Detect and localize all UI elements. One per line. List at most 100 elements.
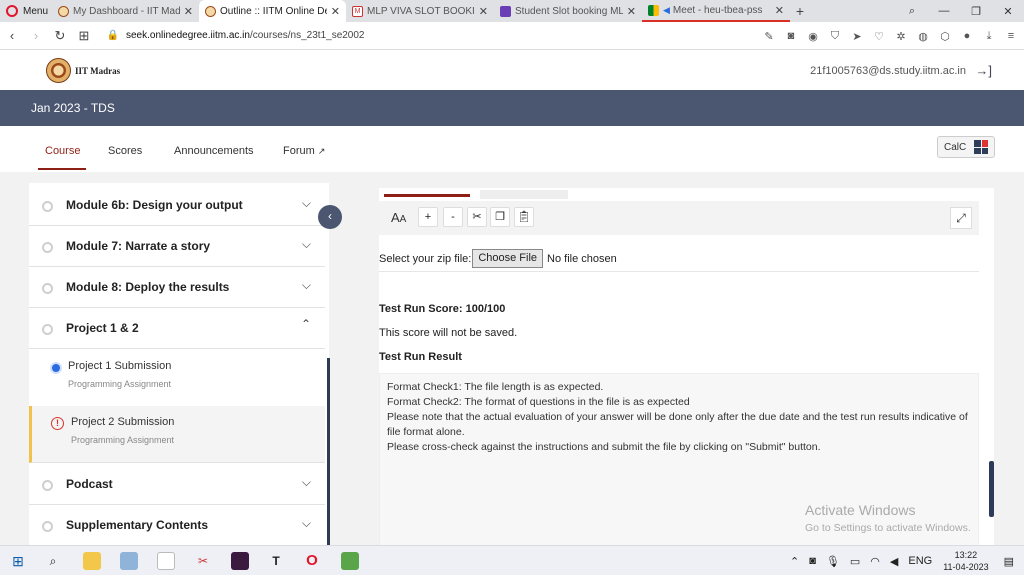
- close-window-icon[interactable]: ✕: [992, 5, 1024, 18]
- speed-dial-icon[interactable]: ⊞: [72, 28, 96, 44]
- iitm-logo[interactable]: IIT Madras: [46, 58, 120, 83]
- volume-icon[interactable]: ◀: [890, 555, 898, 568]
- vpn-icon[interactable]: ◉: [806, 30, 820, 43]
- snipping-tool-icon[interactable]: ✂: [194, 552, 212, 570]
- chevron-down-icon: ⌵: [301, 237, 311, 251]
- reload-icon[interactable]: ↻: [48, 28, 72, 44]
- back-icon[interactable]: ‹: [0, 28, 24, 43]
- logout-icon[interactable]: →]: [975, 63, 992, 78]
- cut-icon[interactable]: ✂: [467, 207, 487, 227]
- module-podcast[interactable]: Podcast ⌵: [29, 465, 325, 505]
- browser-tab-slot-booking[interactable]: Student Slot booking MLP ✕: [494, 0, 642, 22]
- search-tabs-icon[interactable]: ⌕: [896, 5, 928, 18]
- collapse-sidebar-button[interactable]: ‹: [318, 205, 342, 229]
- active-tab-indicator: [38, 168, 86, 170]
- divider: [379, 271, 979, 272]
- choose-file-button[interactable]: Choose File: [472, 249, 544, 268]
- browser-tab-outline[interactable]: Outline :: IITM Online Degree ✕: [199, 0, 346, 22]
- microphone-icon[interactable]: 🎙︎: [826, 555, 840, 568]
- status-dot-icon: [42, 521, 53, 532]
- close-tab-icon[interactable]: ✕: [184, 5, 193, 18]
- decrease-font-button[interactable]: -: [443, 207, 463, 227]
- shield-icon[interactable]: ⛉: [828, 30, 842, 43]
- notifications-icon[interactable]: ▤: [1004, 555, 1014, 568]
- typora-icon[interactable]: T: [267, 552, 285, 570]
- project-1-submission[interactable]: Project 1 Submission Programming Assignm…: [29, 350, 325, 406]
- notepad-icon[interactable]: [157, 552, 175, 570]
- close-tab-icon[interactable]: ✕: [479, 5, 488, 18]
- send-icon[interactable]: ➤: [850, 30, 864, 43]
- copy-icon[interactable]: ❐: [490, 207, 510, 227]
- wifi-icon[interactable]: ◠: [870, 555, 880, 568]
- close-tab-icon[interactable]: ✕: [331, 5, 340, 18]
- url-field[interactable]: seek.onlinedegree.iitm.ac.in/courses/ns_…: [126, 30, 365, 41]
- expand-icon[interactable]: ⤢: [950, 207, 972, 229]
- cube-icon[interactable]: ⬡: [938, 30, 952, 43]
- search-icon[interactable]: ⌕: [44, 552, 62, 570]
- edit-icon[interactable]: ✎: [762, 30, 776, 43]
- language-indicator[interactable]: ENG: [908, 555, 932, 567]
- window-controls: ⌕ — ❐ ✕: [896, 0, 1024, 22]
- battery-icon[interactable]: ▭: [850, 555, 860, 568]
- heart-icon[interactable]: ♡: [872, 30, 886, 43]
- module-8[interactable]: Module 8: Deploy the results ⌵: [29, 268, 325, 308]
- panel-tab-active[interactable]: [384, 194, 470, 197]
- chevron-down-icon: ⌵: [301, 196, 311, 210]
- increase-font-button[interactable]: +: [418, 207, 438, 227]
- opera-taskbar-icon[interactable]: O: [303, 552, 321, 570]
- camera-icon[interactable]: ◙: [809, 555, 816, 567]
- panel-scrollbar[interactable]: [989, 461, 994, 517]
- module-supplementary[interactable]: Supplementary Contents ⌵: [29, 506, 325, 545]
- file-upload: Select your zip file: Choose File No fil…: [379, 249, 617, 268]
- panel-tab[interactable]: [480, 190, 568, 199]
- media-app-icon[interactable]: [231, 552, 249, 570]
- chevron-down-icon: ⌵: [301, 278, 311, 292]
- url-host: seek.onlinedegree.iitm.ac.in: [126, 30, 250, 41]
- notes-app-icon[interactable]: [341, 552, 359, 570]
- photos-icon[interactable]: [120, 552, 138, 570]
- tab-announcements[interactable]: Announcements: [174, 145, 254, 157]
- tab-course[interactable]: Course: [45, 145, 80, 157]
- download-icon[interactable]: ⤓: [982, 30, 996, 43]
- calculator-button[interactable]: CalC: [937, 136, 995, 158]
- close-tab-icon[interactable]: ✕: [627, 5, 636, 18]
- extension-icon[interactable]: ✲: [894, 30, 908, 43]
- menu-icon[interactable]: ≡: [1004, 30, 1018, 42]
- module-title: Module 8: Deploy the results: [66, 280, 230, 294]
- sidebar-scrollbar[interactable]: [327, 358, 330, 545]
- watermark-title: Activate Windows: [805, 502, 916, 518]
- tab-forum[interactable]: Forum ↗: [283, 145, 325, 157]
- course-nav: Course Scores Announcements Forum ↗ CalC: [0, 126, 1024, 172]
- file-explorer-icon[interactable]: [83, 552, 101, 570]
- clock[interactable]: 13:22 11-04-2023: [943, 549, 988, 573]
- close-tab-icon[interactable]: ✕: [775, 4, 784, 17]
- forward-icon[interactable]: ›: [24, 28, 48, 43]
- module-6b[interactable]: Module 6b: Design your output ⌵: [29, 186, 325, 226]
- paste-icon[interactable]: 📋︎: [514, 207, 534, 227]
- item-type: Programming Assignment: [68, 379, 172, 389]
- chevron-up-icon[interactable]: ⌃: [790, 555, 799, 568]
- calc-label: CalC: [944, 141, 967, 153]
- result-line: Please cross-check against the instructi…: [387, 441, 821, 453]
- minimize-icon[interactable]: —: [928, 5, 960, 17]
- browser-tab-viva[interactable]: M MLP VIVA SLOT BOOKING ✕: [346, 0, 494, 22]
- browser-tab-dashboard[interactable]: My Dashboard - IIT Madras ✕: [52, 0, 199, 22]
- opera-logo-icon: [6, 5, 18, 17]
- module-7[interactable]: Module 7: Narrate a story ⌵: [29, 227, 325, 267]
- url-path: /courses/ns_23t1_se2002: [249, 30, 365, 41]
- camera-icon[interactable]: ◙: [784, 30, 798, 42]
- module-project[interactable]: Project 1 & 2 ⌃: [29, 309, 325, 349]
- tab-title: MLP VIVA SLOT BOOKING: [367, 5, 475, 17]
- new-tab-button[interactable]: +: [790, 3, 810, 19]
- iitm-seal-icon: [46, 58, 71, 83]
- tab-scores[interactable]: Scores: [108, 145, 142, 157]
- profile-icon[interactable]: ●: [960, 30, 974, 42]
- warning-icon: !: [51, 417, 64, 430]
- wallet-icon[interactable]: ◍: [916, 30, 930, 43]
- project-2-submission[interactable]: ! Project 2 Submission Programming Assig…: [29, 406, 325, 463]
- opera-menu-button[interactable]: Menu: [0, 0, 52, 22]
- browser-tab-meet[interactable]: ◀ Meet - heu-tbea-pss ✕: [642, 0, 790, 22]
- restore-icon[interactable]: ❐: [960, 5, 992, 18]
- font-size-icon[interactable]: AA: [391, 210, 406, 225]
- windows-start-icon[interactable]: ⊞: [9, 552, 27, 570]
